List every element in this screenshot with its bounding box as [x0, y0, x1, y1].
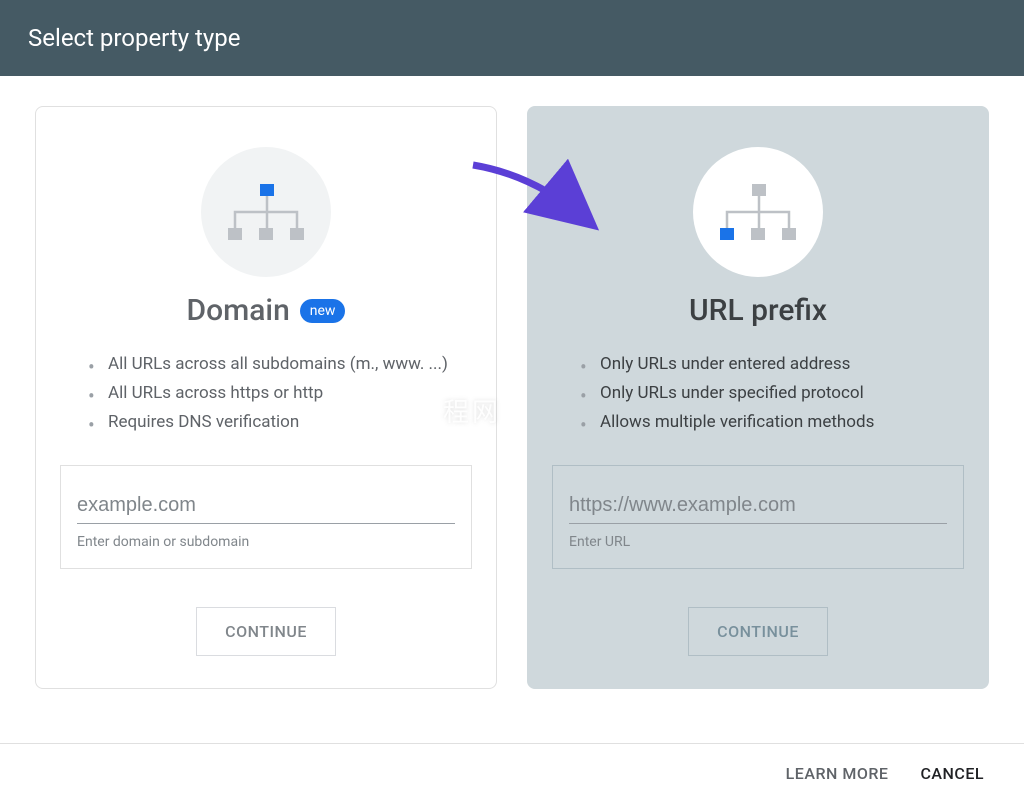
domain-hierarchy-icon — [228, 184, 304, 240]
property-card-domain[interactable]: Domain new All URLs across all subdomain… — [35, 106, 497, 689]
url-prefix-input-hint: Enter URL — [569, 534, 947, 550]
url-prefix-title-row: URL prefix — [689, 293, 827, 328]
list-item: All URLs across all subdomains (m., www.… — [84, 350, 472, 379]
url-prefix-input[interactable] — [569, 490, 947, 524]
list-item: Requires DNS verification — [84, 408, 472, 437]
list-item: All URLs across https or http — [84, 379, 472, 408]
domain-icon-circle — [201, 147, 331, 277]
domain-input[interactable] — [77, 490, 455, 524]
url-prefix-icon-circle — [693, 147, 823, 277]
domain-title: Domain — [187, 293, 290, 328]
cancel-button[interactable]: CANCEL — [920, 764, 984, 783]
domain-bullets: All URLs across all subdomains (m., www.… — [60, 350, 472, 437]
new-badge: new — [300, 299, 346, 323]
url-prefix-input-box: Enter URL — [552, 465, 964, 569]
url-prefix-title: URL prefix — [689, 293, 827, 328]
url-prefix-hierarchy-icon — [720, 184, 796, 240]
domain-input-box: Enter domain or subdomain — [60, 465, 472, 569]
url-prefix-bullets: Only URLs under entered address Only URL… — [552, 350, 964, 437]
dialog-footer: LEARN MORE CANCEL — [0, 743, 1024, 803]
list-item: Allows multiple verification methods — [576, 408, 964, 437]
domain-title-row: Domain new — [187, 293, 346, 328]
domain-continue-button[interactable]: CONTINUE — [196, 607, 336, 656]
dialog-title: Select property type — [28, 24, 240, 52]
property-card-url-prefix[interactable]: URL prefix Only URLs under entered addre… — [527, 106, 989, 689]
dialog-content: Domain new All URLs across all subdomain… — [0, 76, 1024, 709]
url-prefix-continue-button[interactable]: CONTINUE — [688, 607, 828, 656]
list-item: Only URLs under entered address — [576, 350, 964, 379]
dialog-header: Select property type — [0, 0, 1024, 76]
learn-more-link[interactable]: LEARN MORE — [786, 764, 889, 783]
domain-input-hint: Enter domain or subdomain — [77, 534, 455, 550]
list-item: Only URLs under specified protocol — [576, 379, 964, 408]
